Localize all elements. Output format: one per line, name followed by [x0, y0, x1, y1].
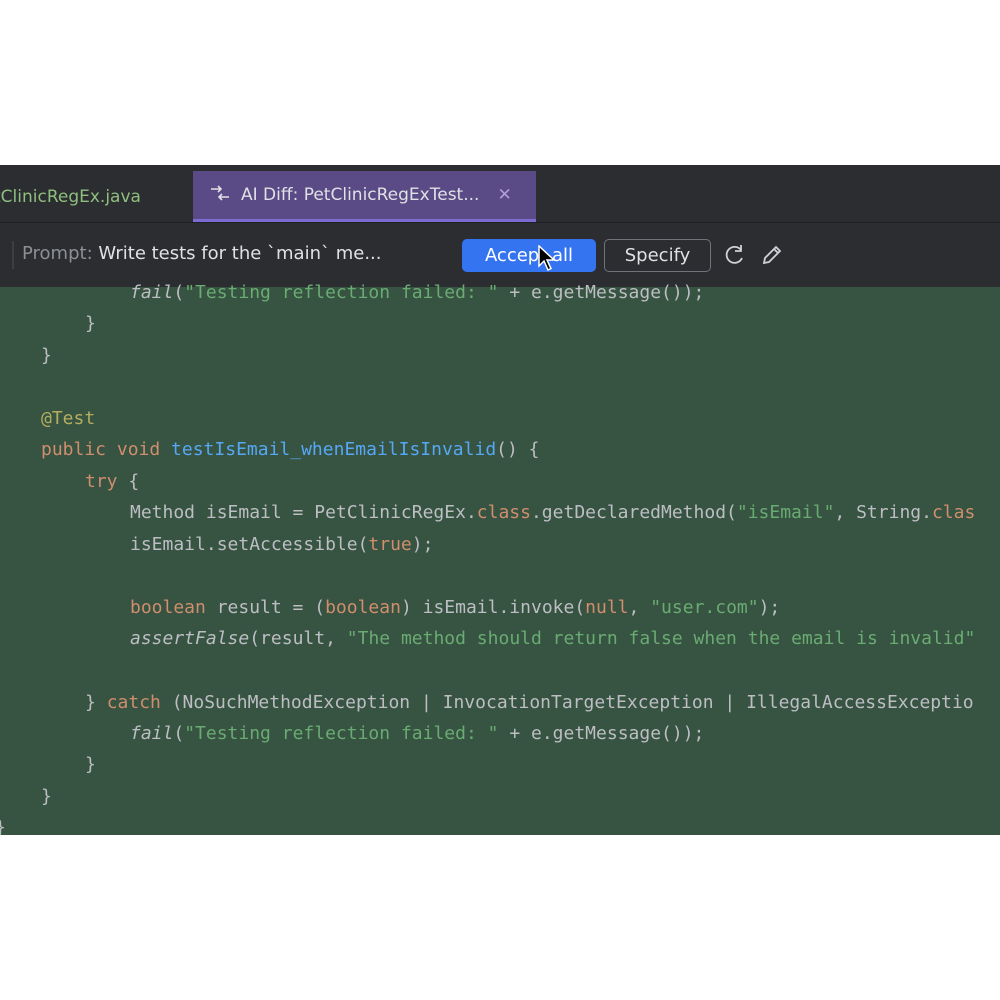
mouse-cursor: [538, 244, 556, 273]
accept-all-button[interactable]: Accept all: [462, 239, 596, 272]
ide-window: tClinicRegEx.java AI Diff: PetClinicRegE…: [0, 165, 1000, 835]
diff-arrows-icon: [209, 183, 231, 208]
code-line: Method isEmail = PetClinicRegEx.class.ge…: [130, 502, 976, 523]
pencil-icon[interactable]: [758, 241, 786, 269]
divider: [12, 241, 14, 269]
tab-label: tClinicRegEx.java: [0, 186, 141, 207]
code-line: assertFalse(result, "The method should r…: [130, 628, 976, 649]
code-line: }: [0, 816, 6, 835]
code-line: }: [85, 313, 96, 334]
code-line: isEmail.setAccessible(true);: [130, 534, 434, 555]
code-line: fail("Testing reflection failed: " + e.g…: [130, 282, 705, 303]
code-line: }: [85, 754, 96, 775]
code-line: }: [41, 786, 52, 807]
code-line: boolean result = (boolean) isEmail.invok…: [130, 597, 781, 618]
refresh-icon[interactable]: [721, 241, 749, 269]
prompt-label: Prompt:: [22, 243, 93, 264]
ai-prompt-bar: Prompt: Write tests for the `main` me...…: [0, 223, 1000, 287]
prompt-text: Prompt: Write tests for the `main` me...: [22, 243, 382, 264]
tab-ai-diff[interactable]: AI Diff: PetClinicRegExTest... ✕: [193, 171, 536, 222]
tab-petclinic-regex-java[interactable]: tClinicRegEx.java: [0, 171, 184, 222]
code-line: try {: [85, 471, 140, 492]
tab-label: AI Diff: PetClinicRegExTest...: [241, 185, 480, 205]
code-line: } catch (NoSuchMethodException | Invocat…: [85, 692, 974, 713]
code-line: fail("Testing reflection failed: " + e.g…: [130, 723, 705, 744]
editor-tab-bar: tClinicRegEx.java AI Diff: PetClinicRegE…: [0, 165, 1000, 223]
code-line: @Test: [41, 408, 96, 429]
close-icon[interactable]: ✕: [497, 185, 511, 205]
code-line: }: [41, 345, 52, 366]
prompt-value: Write tests for the `main` me...: [98, 243, 382, 264]
code-line: public void testIsEmail_whenEmailIsInval…: [41, 439, 540, 460]
specify-button[interactable]: Specify: [604, 239, 711, 272]
